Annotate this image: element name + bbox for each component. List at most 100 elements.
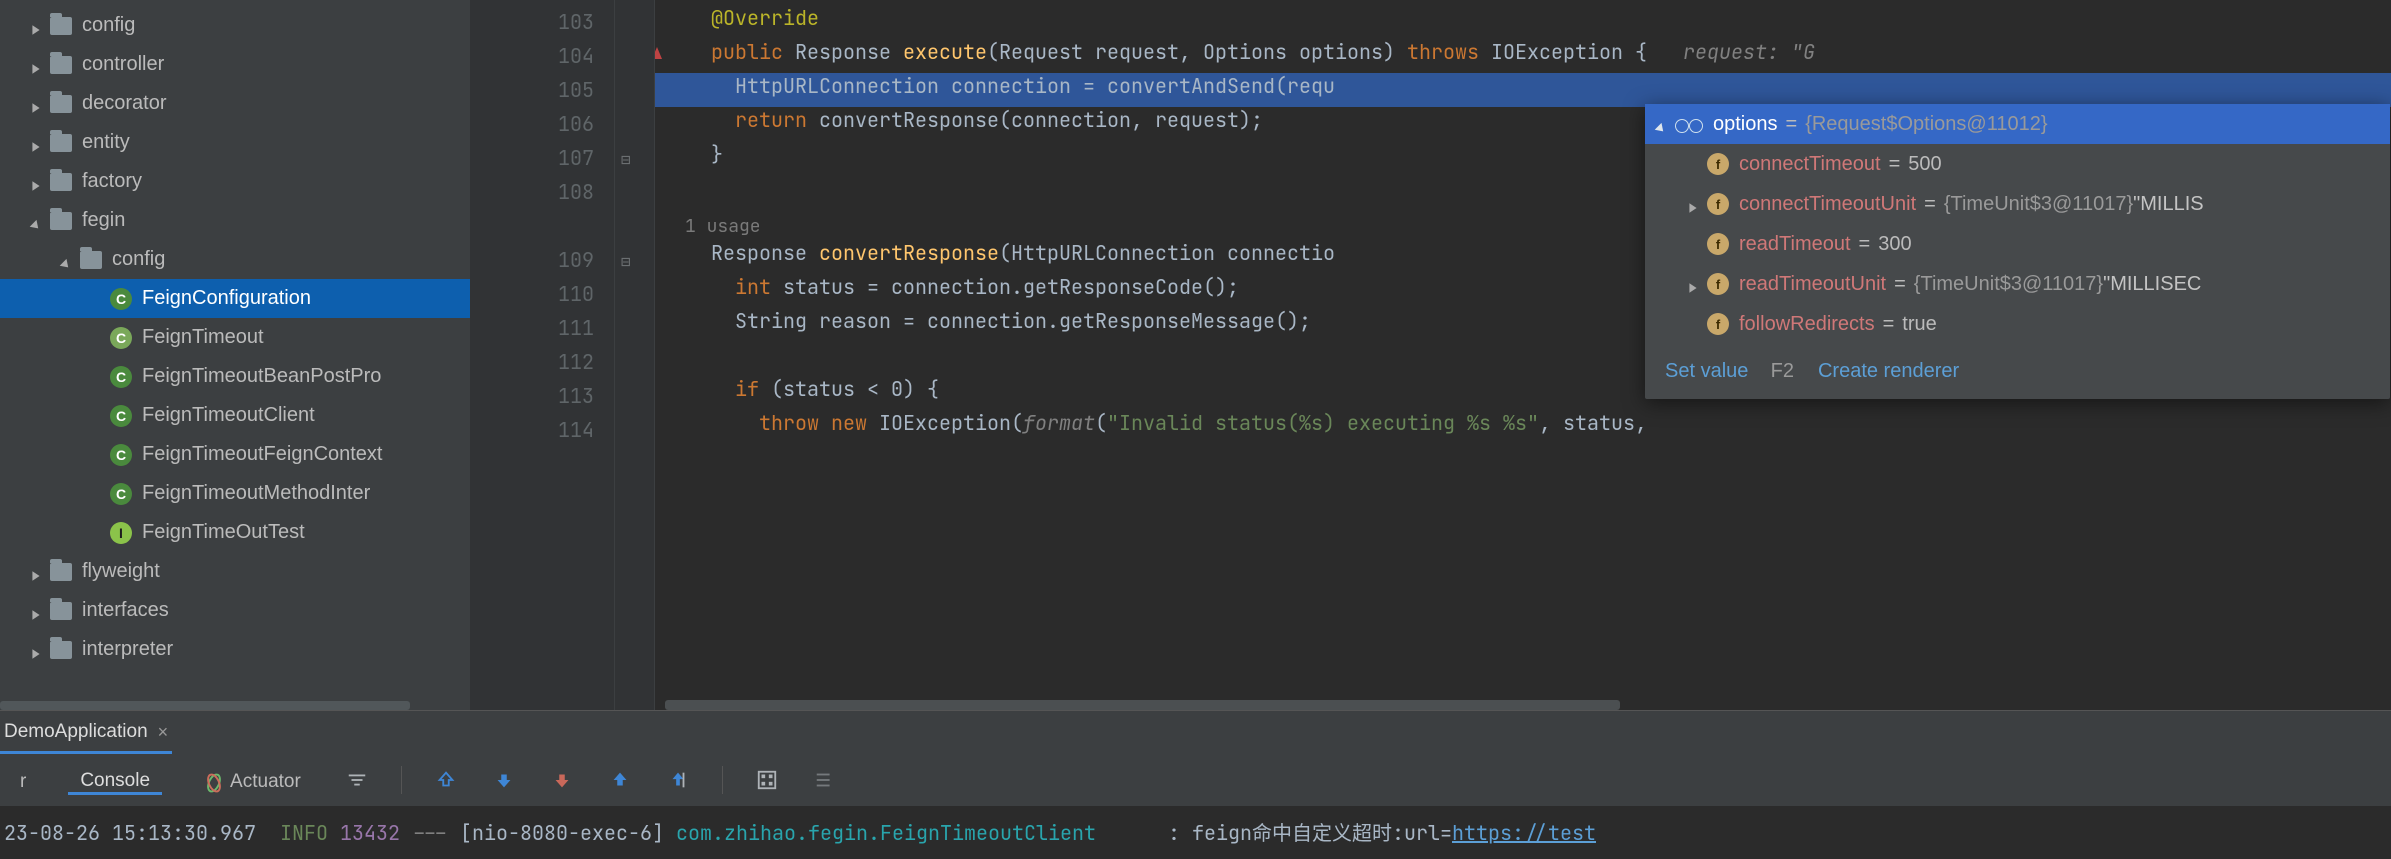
chevron-right-icon[interactable]: [30, 58, 44, 72]
line-number[interactable]: 106: [470, 107, 614, 141]
tree-item-label: FeignTimeoutFeignContext: [142, 443, 383, 466]
fold-toggle-icon[interactable]: ⊟: [621, 251, 635, 265]
tree-item-entity[interactable]: entity: [0, 123, 470, 162]
tree-item-label: fegin: [82, 209, 125, 232]
step-up-cursor-icon[interactable]: [664, 766, 692, 794]
project-tree[interactable]: configcontrollerdecoratorentityfactoryfe…: [0, 0, 470, 710]
tree-item-interpreter[interactable]: interpreter: [0, 630, 470, 669]
debug-field-connectTimeout[interactable]: fconnectTimeout=500: [1645, 144, 2390, 184]
line-number[interactable]: 103: [470, 5, 614, 39]
debug-field-followRedirects[interactable]: ffollowRedirects=true: [1645, 304, 2390, 344]
tree-item-feigntimeoutfeigncontext[interactable]: CFeignTimeoutFeignContext: [0, 435, 470, 474]
evaluate-expression-icon[interactable]: [753, 766, 781, 794]
tree-item-fegin[interactable]: fegin: [0, 201, 470, 240]
step-down-red-icon[interactable]: [548, 766, 576, 794]
folder-icon: [50, 563, 72, 581]
tree-item-config[interactable]: config: [0, 240, 470, 279]
filter-icon[interactable]: [343, 766, 371, 794]
line-number[interactable]: 104: [470, 39, 614, 73]
tree-scrollbar[interactable]: [0, 701, 410, 710]
line-number[interactable]: 114: [470, 413, 614, 447]
line-number[interactable]: 108: [470, 175, 614, 209]
chevron-right-icon[interactable]: [30, 643, 44, 657]
code-line[interactable]: @Override: [655, 5, 2391, 39]
line-number[interactable]: 105: [470, 73, 614, 107]
console-output[interactable]: 23-08-26 15:13:30.967 INFO 13432 --- [ni…: [0, 807, 2391, 859]
tree-item-feigntimeoutmethodinter[interactable]: CFeignTimeoutMethodInter: [0, 474, 470, 513]
debug-field-value: 300: [1878, 233, 1911, 256]
class-icon: C: [110, 405, 132, 427]
tree-item-controller[interactable]: controller: [0, 45, 470, 84]
chevron-right-icon[interactable]: [30, 565, 44, 579]
chevron-right-icon[interactable]: [30, 19, 44, 33]
tree-item-feigntimeouttest[interactable]: IFeignTimeOutTest: [0, 513, 470, 552]
chevron-right-icon[interactable]: [1687, 277, 1701, 291]
chevron-down-icon[interactable]: [30, 214, 44, 228]
spacer: [90, 448, 104, 462]
tree-item-feigntimeoutclient[interactable]: CFeignTimeoutClient: [0, 396, 470, 435]
chevron-down-icon[interactable]: [1655, 117, 1669, 131]
line-number[interactable]: 112: [470, 345, 614, 379]
line-number[interactable]: 109: [470, 243, 614, 277]
tree-item-flyweight[interactable]: flyweight: [0, 552, 470, 591]
debugger-tab[interactable]: r: [8, 767, 38, 793]
actuator-tab[interactable]: Actuator: [192, 767, 313, 793]
step-up-outline-icon[interactable]: [432, 766, 460, 794]
tree-item-config[interactable]: config: [0, 6, 470, 45]
tree-item-decorator[interactable]: decorator: [0, 84, 470, 123]
console-tab[interactable]: Console: [68, 766, 162, 795]
tree-item-feigntimeoutbeanpostpro[interactable]: CFeignTimeoutBeanPostPro: [0, 357, 470, 396]
close-icon[interactable]: ×: [158, 722, 169, 743]
chevron-right-icon[interactable]: [30, 97, 44, 111]
tree-item-feignconfiguration[interactable]: C FeignConfiguration: [0, 279, 470, 318]
spacer: [1687, 157, 1701, 171]
chevron-right-icon[interactable]: [30, 136, 44, 150]
debug-field-readTimeout[interactable]: freadTimeout=300: [1645, 224, 2390, 264]
set-value-link[interactable]: Set value: [1665, 360, 1748, 382]
console-url-link[interactable]: https://test: [1452, 820, 1596, 846]
fold-gutter[interactable]: ⊟⊟: [615, 0, 655, 710]
step-up-blue-icon[interactable]: [606, 766, 634, 794]
tree-item-label: entity: [82, 131, 130, 154]
fold-toggle-icon[interactable]: ⊟: [621, 149, 635, 163]
chevron-right-icon[interactable]: [30, 175, 44, 189]
chevron-down-icon[interactable]: [60, 253, 74, 267]
spacer: [90, 331, 104, 345]
line-number[interactable]: 113: [470, 379, 614, 413]
line-number[interactable]: 107: [470, 141, 614, 175]
debug-field-readTimeoutUnit[interactable]: freadTimeoutUnit={TimeUnit$3@11017} "MIL…: [1645, 264, 2390, 304]
code-line[interactable]: public Response execute(Request request,…: [655, 39, 2391, 73]
debug-field-connectTimeoutUnit[interactable]: fconnectTimeoutUnit={TimeUnit$3@11017} "…: [1645, 184, 2390, 224]
chevron-right-icon[interactable]: [1687, 197, 1701, 211]
create-renderer-link[interactable]: Create renderer: [1818, 360, 1959, 383]
folder-icon: [50, 17, 72, 35]
spacer: [1687, 317, 1701, 331]
field-icon: f: [1707, 313, 1729, 335]
editor-scrollbar[interactable]: [665, 700, 1620, 710]
code-line[interactable]: HttpURLConnection connection = convertAn…: [655, 73, 2391, 107]
class-icon: C: [110, 327, 132, 349]
debug-inspect-popup[interactable]: options = {Request$Options@11012} fconne…: [1645, 104, 2390, 399]
tree-item-factory[interactable]: factory: [0, 162, 470, 201]
tree-item-feigntimeout[interactable]: CFeignTimeout: [0, 318, 470, 357]
debug-variable-root[interactable]: options = {Request$Options@11012}: [1645, 104, 2390, 144]
line-number[interactable]: 110: [470, 277, 614, 311]
tree-item-label: decorator: [82, 92, 167, 115]
run-tab-demoapplication[interactable]: DemoApplication ×: [0, 713, 172, 754]
spacer: [90, 409, 104, 423]
class-icon: C: [110, 483, 132, 505]
test-class-icon: I: [110, 522, 132, 544]
chevron-right-icon[interactable]: [30, 604, 44, 618]
debug-toolbar[interactable]: r Console Actuator: [0, 754, 2391, 807]
step-down-blue-icon[interactable]: [490, 766, 518, 794]
class-icon: C: [110, 288, 132, 310]
trace-current-icon[interactable]: [811, 766, 839, 794]
spacer: [1687, 237, 1701, 251]
debug-field-name: readTimeout: [1739, 233, 1851, 256]
code-line[interactable]: throw new IOException(format("Invalid st…: [655, 410, 2391, 444]
debug-field-value: 500: [1908, 153, 1941, 176]
run-tabs[interactable]: DemoApplication ×: [0, 710, 2391, 754]
tree-item-label: FeignConfiguration: [142, 287, 311, 310]
line-number[interactable]: 111: [470, 311, 614, 345]
tree-item-interfaces[interactable]: interfaces: [0, 591, 470, 630]
